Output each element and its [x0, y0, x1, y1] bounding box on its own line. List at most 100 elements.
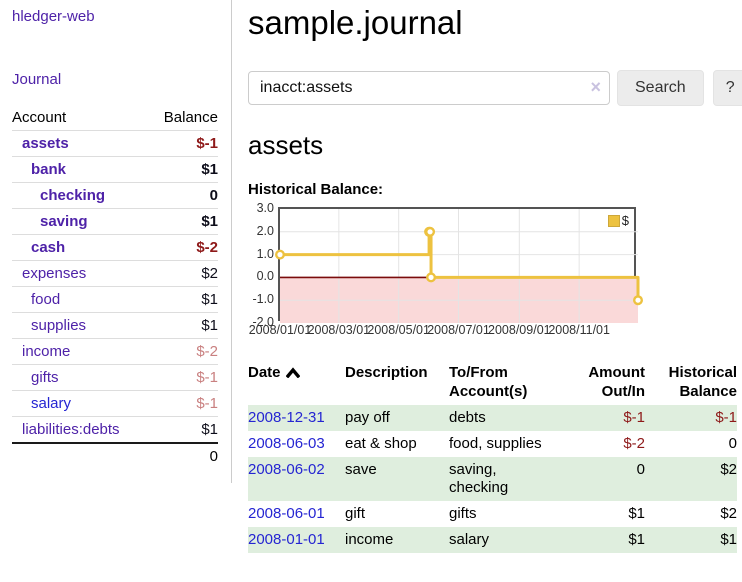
brand-link[interactable]: hledger-web	[12, 8, 218, 25]
register-amount-cell: $-2	[583, 431, 645, 457]
register-balance-cell: $-1	[645, 405, 737, 431]
account-name-cell: expenses	[12, 261, 152, 287]
search-input-wrap: ×	[248, 71, 610, 105]
register-accounts-cell: food, supplies	[449, 431, 583, 457]
account-name-cell: liabilities:debts	[12, 417, 152, 444]
accounts-table: Account Balance assets $-1 bank $1 checking 0…	[12, 105, 218, 469]
y-axis-tick-label: 3.0	[248, 201, 274, 216]
register-description-cell: eat & shop	[345, 431, 449, 457]
account-name-cell: assets	[12, 131, 152, 157]
register-date-cell: 2008-06-02	[248, 457, 345, 501]
main-content: sample.journal × Search ? assets Histori…	[232, 0, 726, 553]
data-point-marker	[426, 228, 434, 236]
data-point-marker	[276, 251, 284, 259]
account-row: gifts$-1	[12, 365, 218, 391]
sidebar-account-link[interactable]: gifts	[31, 369, 59, 386]
x-axis-tick-label: 2008/03/01	[308, 323, 371, 337]
register-description-cell: pay off	[345, 405, 449, 431]
account-balance: $1	[152, 417, 218, 444]
chart-plot-area[interactable]: $	[278, 207, 636, 321]
register-accounts-line: saving,	[449, 461, 575, 479]
account-row: supplies$1	[12, 313, 218, 339]
register-accounts-line: salary	[449, 531, 575, 549]
header-amount-line2: Out/In	[583, 382, 645, 401]
account-row: salary$-1	[12, 391, 218, 417]
transaction-date-link[interactable]: 2008-12-31	[248, 409, 325, 426]
register-amount-cell: $1	[583, 527, 645, 553]
help-button[interactable]: ?	[713, 70, 742, 106]
account-row: assets $-1	[12, 131, 218, 157]
register-row: 2008-01-01incomesalary$1$1	[248, 527, 737, 553]
sidebar-account-link[interactable]: liabilities:debts	[22, 421, 120, 438]
sort-ascending-icon	[286, 367, 300, 378]
account-name-cell: gifts	[12, 365, 152, 391]
accounts-header-row: Account Balance	[12, 105, 218, 131]
account-name-cell: salary	[12, 391, 152, 417]
account-balance: $-1	[152, 131, 218, 157]
account-row: saving $1	[12, 209, 218, 235]
sidebar-account-link[interactable]: food	[31, 291, 60, 308]
transaction-date-link[interactable]: 2008-06-02	[248, 461, 325, 478]
sidebar-account-link[interactable]: bank	[31, 161, 66, 178]
accounts-total-row: 0	[12, 443, 218, 469]
account-balance: $1	[152, 209, 218, 235]
register-table: Date Description To/From Account(s) Amou…	[248, 360, 737, 553]
register-balance-cell: 0	[645, 431, 737, 457]
register-accounts-cell: debts	[449, 405, 583, 431]
sidebar-account-link[interactable]: saving	[40, 213, 88, 230]
account-balance: 0	[152, 183, 218, 209]
account-row: food$1	[12, 287, 218, 313]
page-title: sample.journal	[248, 4, 726, 42]
register-accounts-cell: salary	[449, 527, 583, 553]
register-amount-cell: $1	[583, 501, 645, 527]
transaction-date-link[interactable]: 2008-06-01	[248, 505, 325, 522]
search-input[interactable]	[248, 71, 610, 105]
transaction-date-link[interactable]: 2008-01-01	[248, 531, 325, 548]
register-header-accounts: To/From Account(s)	[449, 360, 583, 405]
register-amount-cell: $-1	[583, 405, 645, 431]
y-axis-tick-label: 2.0	[248, 224, 274, 239]
register-row: 2008-12-31 pay offdebts $-1$-1	[248, 405, 737, 431]
register-header-balance: Historical Balance	[645, 360, 737, 405]
register-description-cell: income	[345, 527, 449, 553]
account-balance: $1	[152, 157, 218, 183]
y-axis-tick-label: -1.0	[248, 292, 274, 307]
register-header-date: Date	[248, 360, 345, 405]
sidebar-item-journal[interactable]: Journal	[12, 71, 218, 88]
sidebar-account-link[interactable]: expenses	[22, 265, 86, 282]
register-accounts-line: checking	[449, 479, 575, 497]
sidebar-account-link[interactable]: checking	[40, 187, 105, 204]
sidebar-account-link[interactable]: income	[22, 343, 70, 360]
register-date-cell: 2008-01-01	[248, 527, 345, 553]
accounts-header-balance: Balance	[152, 105, 218, 131]
account-balance: $-2	[152, 235, 218, 261]
header-balance-line2: Balance	[645, 382, 737, 401]
register-balance-cell: $2	[645, 501, 737, 527]
accounts-total-spacer	[12, 443, 152, 469]
account-row: liabilities:debts $1	[12, 417, 218, 444]
search-form: × Search ?	[248, 70, 726, 106]
clear-search-icon[interactable]: ×	[590, 77, 601, 97]
transaction-date-link[interactable]: 2008-06-03	[248, 435, 325, 452]
register-row: 2008-06-02savesaving,checking0$2	[248, 457, 737, 501]
sidebar-account-link[interactable]: assets	[22, 135, 69, 152]
account-balance: $2	[152, 261, 218, 287]
chart-title: Historical Balance:	[248, 181, 726, 198]
header-accounts-line1: To/From	[449, 363, 575, 382]
search-button[interactable]: Search	[617, 70, 704, 106]
x-axis-tick-label: 2008/11/01	[548, 323, 610, 337]
data-point-marker	[634, 296, 642, 304]
register-accounts-cell: gifts	[449, 501, 583, 527]
header-balance-line1: Historical	[645, 363, 737, 382]
sidebar-account-link[interactable]: salary	[31, 395, 71, 412]
register-header-row: Date Description To/From Account(s) Amou…	[248, 360, 737, 405]
account-name-cell: income	[12, 339, 152, 365]
account-row: income$-2	[12, 339, 218, 365]
accounts-total-value: 0	[152, 443, 218, 469]
sidebar-account-link[interactable]: supplies	[31, 317, 86, 334]
x-axis-tick-label: 2008/05/01	[367, 323, 430, 337]
register-accounts-cell: saving,checking	[449, 457, 583, 501]
register-accounts-line: food, supplies	[449, 435, 575, 453]
sidebar-account-link[interactable]: cash	[31, 239, 65, 256]
register-accounts-line: debts	[449, 409, 575, 427]
